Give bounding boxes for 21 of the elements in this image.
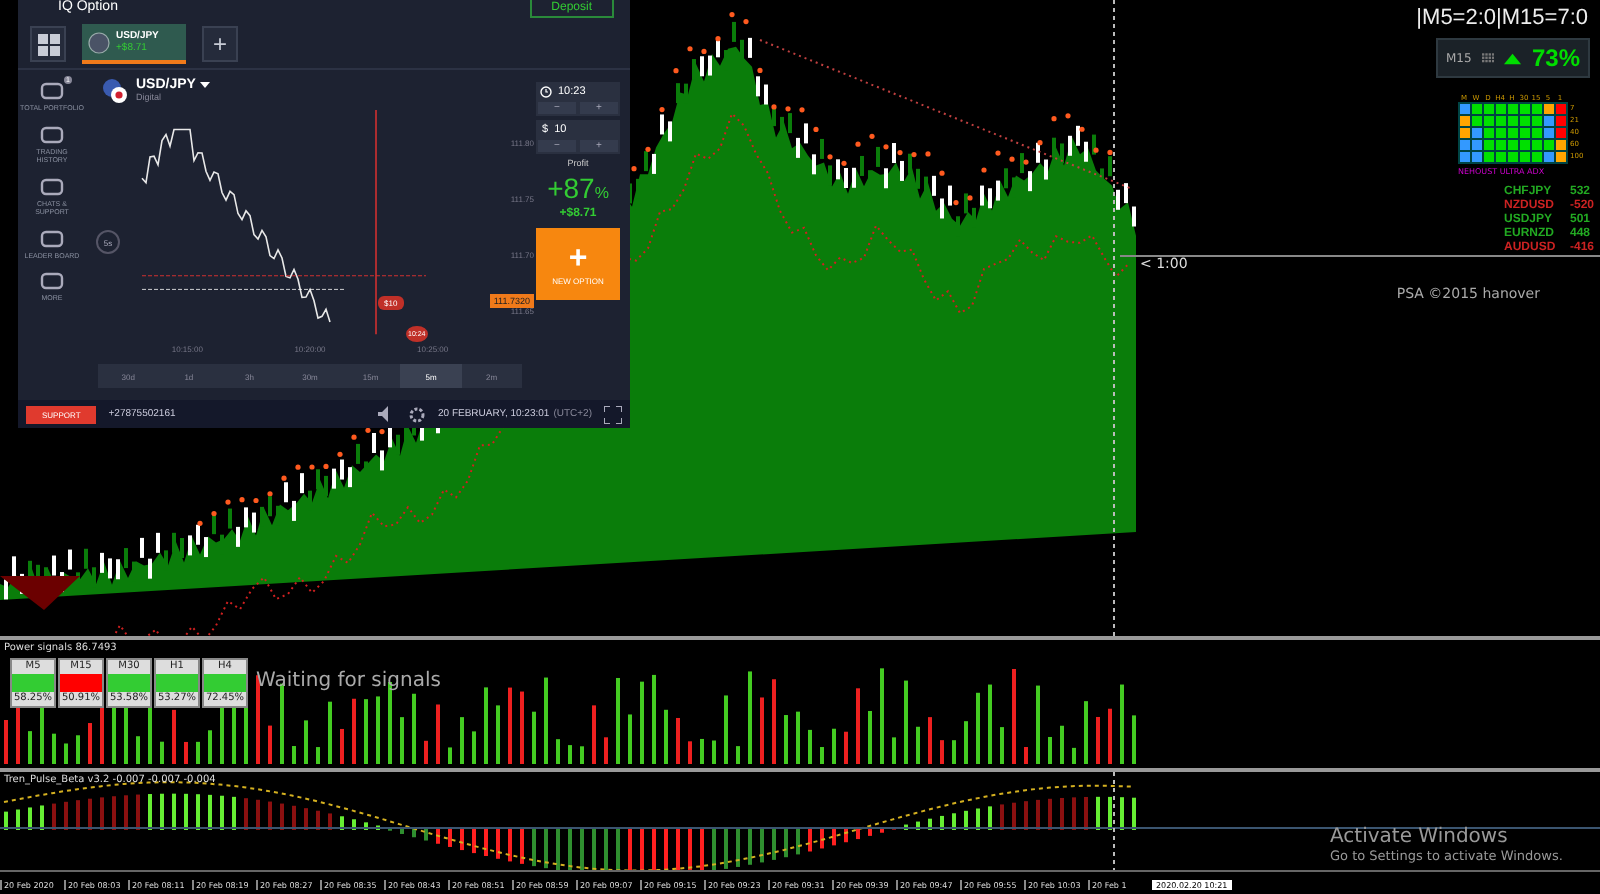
grid-icon: [37, 33, 59, 55]
fullscreen-icon[interactable]: [604, 405, 622, 423]
grid-icon: [1481, 48, 1495, 68]
caret-icon[interactable]: [199, 81, 210, 89]
grid-menu-button[interactable]: [30, 26, 66, 62]
signal-percent: 73%: [1531, 44, 1580, 72]
menu-icon: [40, 272, 64, 290]
cloud-area: [0, 576, 80, 610]
flag-icon: [102, 78, 128, 104]
signal-status-text: |M5=2:0|M15=7:0: [1416, 6, 1588, 30]
profit-percent: +87: [547, 172, 595, 204]
settings-icon[interactable]: [408, 405, 426, 423]
menu-icon: [40, 82, 64, 100]
menu-icon: [40, 177, 64, 195]
menu-icon: [40, 125, 64, 143]
add-asset-button[interactable]: +: [202, 26, 238, 62]
clock-icon: [540, 86, 552, 98]
currency-icon: [88, 31, 110, 53]
percent-sign: %: [594, 184, 609, 202]
activation-title: Activate Windows: [1330, 826, 1510, 848]
menu-icon: [40, 229, 64, 247]
